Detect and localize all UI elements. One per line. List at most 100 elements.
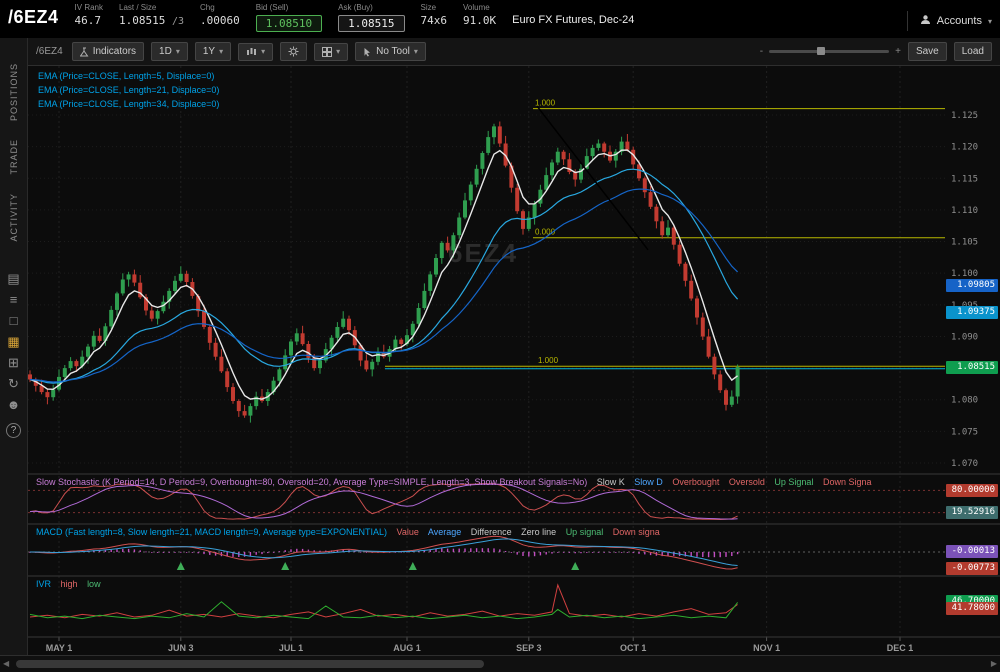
macd-legend-zeroline: Zero line — [521, 527, 556, 537]
bid-label: Bid (Sell) — [256, 2, 322, 13]
list-icon[interactable]: ≡ — [5, 292, 23, 307]
svg-text:1.115: 1.115 — [951, 174, 978, 184]
zoom-out-button[interactable]: - — [760, 46, 763, 57]
stoch-bubble-overbought: 80.00000 — [946, 484, 998, 497]
symbol-title: /6EZ4 — [8, 7, 59, 28]
stoch-legend-downsignal: Down Signa — [823, 477, 872, 487]
size-value: 74x6 — [421, 13, 448, 29]
layout-grid-icon — [322, 47, 332, 57]
chevron-down-icon: ▾ — [261, 47, 265, 56]
chg-value: .00060 — [200, 13, 240, 29]
cursor-icon — [363, 47, 372, 57]
quotes-icon[interactable]: ▤ — [5, 271, 23, 286]
grid-icon[interactable]: ⊞ — [5, 355, 23, 370]
volume-value: 91.0K — [463, 13, 496, 29]
last-value: 1.08515 — [119, 14, 165, 27]
ema5-study-label[interactable]: EMA (Price=CLOSE, Length=5, Displace=0) — [38, 69, 219, 83]
macd-bubble-value: -0.00773 — [946, 562, 998, 575]
settings-button[interactable] — [280, 42, 307, 61]
chg-stat: Chg .00060 — [200, 2, 240, 29]
bid-button[interactable]: 1.08510 — [256, 15, 322, 32]
price-bubble-ema34: 1.09805 — [946, 279, 998, 292]
scrollbar-handle[interactable] — [16, 660, 484, 668]
ask-stat: Ask (Buy) 1.08515 — [338, 2, 404, 32]
ivr-legend-high: high — [61, 579, 78, 589]
indicators-button[interactable]: Indicators — [72, 42, 144, 61]
sidebar-icons: ▤ ≡ □ ▦ ⊞ ↻ ☻ ? — [5, 268, 23, 438]
help-icon[interactable]: ? — [6, 423, 21, 438]
ema34-study-label[interactable]: EMA (Price=CLOSE, Length=34, Displace=0) — [38, 97, 219, 111]
macd-legend-downsignal: Down signa — [613, 527, 660, 537]
accounts-menu[interactable]: Accounts ▾ — [907, 11, 992, 31]
chart-icon[interactable]: ▦ — [5, 334, 23, 349]
macd-bubble-diff: -0.00013 — [946, 545, 998, 558]
chart-toolbar: /6EZ4 Indicators 1D ▾ 1Y ▾ — [28, 38, 1000, 66]
box-icon[interactable]: □ — [5, 313, 23, 328]
last-size-suffix: /3 — [172, 16, 184, 27]
bid-stat: Bid (Sell) 1.08510 — [256, 2, 322, 32]
stoch-legend-slowk: Slow K — [597, 477, 625, 487]
volume-stat: Volume 91.0K — [463, 2, 496, 29]
trading-app: /6EZ4 IV Rank 46.7 Last / Size 1.08515 /… — [0, 0, 1000, 672]
ema21-study-label[interactable]: EMA (Price=CLOSE, Length=21, Displace=0) — [38, 83, 219, 97]
svg-text:1.110: 1.110 — [951, 206, 978, 216]
ask-button[interactable]: 1.08515 — [338, 15, 404, 32]
macd-legend-difference: Difference — [471, 527, 512, 537]
stoch-study-label[interactable]: Slow Stochastic (K Period=14, D Period=9… — [36, 477, 587, 487]
macd-study-label[interactable]: MACD (Fast length=8, Slow length=21, MAC… — [36, 527, 387, 537]
sidebar-tab-trade[interactable]: TRADE — [9, 139, 19, 175]
chart-canvas[interactable]: 1.1251.1201.1151.1101.1051.1001.0951.090… — [28, 66, 1000, 655]
scroll-left-icon[interactable]: ◀ — [3, 659, 9, 668]
svg-text:1.000: 1.000 — [538, 356, 559, 365]
stoch-legend-slowd: Slow D — [634, 477, 663, 487]
timeframe-value: 1D — [159, 46, 172, 57]
stoch-legend-row: Slow Stochastic (K Period=14, D Period=9… — [36, 477, 878, 487]
range-dropdown[interactable]: 1Y ▾ — [195, 42, 231, 61]
header: /6EZ4 IV Rank 46.7 Last / Size 1.08515 /… — [0, 0, 1000, 38]
layout-dropdown[interactable]: ▾ — [314, 43, 348, 61]
refresh-icon[interactable]: ↻ — [5, 376, 23, 391]
save-button[interactable]: Save — [908, 42, 947, 61]
chart-type-dropdown[interactable]: ▾ — [238, 43, 273, 61]
ivr-legend-low: low — [87, 579, 101, 589]
stoch-legend-overbought: Overbought — [672, 477, 719, 487]
zoom-in-button[interactable]: + — [895, 46, 901, 57]
users-icon[interactable]: ☻ — [5, 397, 23, 412]
timeframe-dropdown[interactable]: 1D ▾ — [151, 42, 188, 61]
svg-text:1.120: 1.120 — [951, 143, 978, 153]
left-sidebar: POSITIONS TRADE ACTIVITY ▤ ≡ □ ▦ ⊞ ↻ ☻ ? — [0, 38, 28, 655]
chevron-down-icon: ▾ — [336, 47, 340, 56]
svg-text:1.070: 1.070 — [951, 459, 978, 469]
price-bubble-last: 1.08515 — [946, 361, 998, 374]
ivr-legend-row: IVR high low — [36, 579, 108, 589]
drawing-tool-dropdown[interactable]: No Tool ▾ — [355, 42, 426, 61]
svg-text:AUG 1: AUG 1 — [393, 643, 421, 653]
price-bubble-ema21: 1.09375 — [946, 306, 998, 319]
iv-rank-value: 46.7 — [75, 13, 103, 29]
stoch-legend-upsignal: Up Signal — [774, 477, 813, 487]
sidebar-tab-positions[interactable]: POSITIONS — [9, 63, 19, 121]
load-button[interactable]: Load — [954, 42, 992, 61]
zoom-slider-handle[interactable] — [817, 47, 825, 55]
person-icon — [920, 14, 931, 28]
macd-legend-value: Value — [397, 527, 419, 537]
sidebar-tab-activity[interactable]: ACTIVITY — [9, 193, 19, 242]
range-value: 1Y — [203, 46, 215, 57]
scroll-right-icon[interactable]: ▶ — [991, 659, 997, 668]
zoom-slider[interactable] — [769, 50, 889, 53]
iv-rank-stat: IV Rank 46.7 — [75, 2, 103, 29]
chg-label: Chg — [200, 2, 240, 13]
horizontal-scrollbar[interactable]: ◀ ▶ — [0, 655, 1000, 672]
chevron-down-icon: ▾ — [414, 47, 418, 56]
svg-text:SEP 3: SEP 3 — [516, 643, 541, 653]
size-stat: Size 74x6 — [421, 2, 448, 29]
svg-text:JUL 1: JUL 1 — [279, 643, 303, 653]
svg-text:OCT 1: OCT 1 — [620, 643, 647, 653]
ivr-study-label[interactable]: IVR — [36, 579, 51, 589]
macd-legend-average: Average — [428, 527, 461, 537]
svg-text:1.105: 1.105 — [951, 238, 978, 248]
chevron-down-icon: ▾ — [988, 17, 992, 26]
svg-text:1.090: 1.090 — [951, 332, 978, 342]
svg-text:JUN 3: JUN 3 — [168, 643, 194, 653]
ask-label: Ask (Buy) — [338, 2, 404, 13]
